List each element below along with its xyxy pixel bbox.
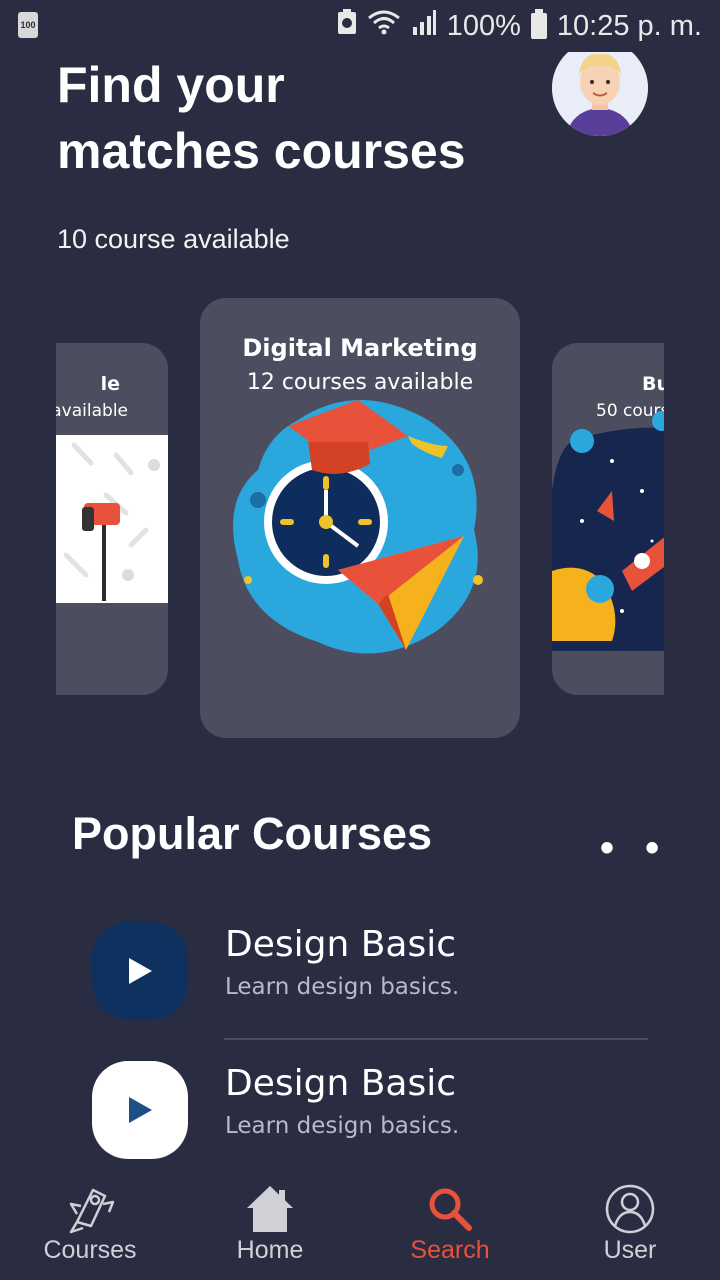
nav-label-courses: Courses — [43, 1236, 137, 1264]
card-center-title: Digital Marketing — [242, 334, 478, 362]
avatar-circle — [552, 52, 648, 136]
title-line-2: matches courses — [57, 123, 466, 179]
title-line-1: Find your — [57, 57, 285, 113]
battery-saver-icon: 100 — [18, 12, 38, 38]
user-icon — [540, 1182, 720, 1236]
card-left-subtitle: available — [56, 401, 128, 421]
card-left-illustration — [56, 435, 168, 603]
play-button[interactable] — [92, 922, 188, 1020]
nav-label-search: Search — [410, 1236, 490, 1264]
recycle-icon — [337, 9, 357, 43]
mailbox-icon — [63, 442, 160, 601]
course-item-2[interactable]: Design Basic Learn design basics. — [92, 1061, 652, 1165]
battery-icon — [530, 9, 547, 39]
more-options-button[interactable]: • • — [600, 826, 669, 871]
play-button[interactable] — [92, 1061, 188, 1159]
popular-courses-heading: Popular Courses — [72, 808, 433, 859]
battery-badge-text: 100 — [20, 20, 36, 30]
play-icon — [129, 1097, 152, 1123]
wifi-icon — [367, 9, 401, 43]
card-left-title: le — [100, 373, 120, 395]
nav-item-courses[interactable]: Courses — [0, 1168, 180, 1280]
page-title: Find your matches courses — [57, 52, 537, 184]
avatar[interactable] — [552, 52, 648, 136]
search-icon — [360, 1182, 540, 1236]
category-card-right[interactable]: Bu 50 cours — [552, 343, 664, 695]
nav-label-home: Home — [236, 1236, 304, 1264]
category-card-digital-marketing[interactable]: Digital Marketing 12 courses available — [200, 298, 520, 738]
course-title: Design Basic — [225, 1063, 457, 1104]
status-bar: 100 100% 10:25 p. m. — [0, 0, 720, 52]
play-icon — [129, 958, 152, 984]
course-description: Learn design basics. — [225, 1113, 460, 1139]
courses-count: 10 course available — [57, 224, 290, 254]
home-icon — [180, 1182, 360, 1236]
card-right-title: Bu — [642, 373, 664, 395]
course-title: Design Basic — [225, 924, 457, 965]
space-rocket-illustration-icon — [552, 411, 664, 651]
nav-label-user: User — [603, 1236, 657, 1264]
course-description: Learn design basics. — [225, 974, 460, 1000]
signal-icon — [411, 9, 437, 43]
nav-item-home[interactable]: Home — [180, 1168, 360, 1280]
course-item-1[interactable]: Design Basic Learn design basics. — [92, 922, 652, 1026]
avatar-face-icon — [552, 52, 648, 136]
clock-time: 10:25 p. m. — [556, 9, 702, 42]
courses-rocket-icon — [0, 1182, 180, 1236]
category-carousel[interactable]: le available Digital Marketing 12 course… — [56, 298, 664, 740]
bottom-navigation: Courses Home Search User — [0, 1168, 720, 1280]
status-icons: 100% 10:25 p. m. — [337, 8, 702, 44]
nav-item-user[interactable]: User — [540, 1168, 720, 1280]
category-card-left[interactable]: le available — [56, 343, 168, 695]
battery-percent: 100% — [446, 9, 521, 42]
nav-item-search[interactable]: Search — [360, 1168, 540, 1280]
digital-marketing-illustration-icon — [233, 400, 483, 654]
course-divider — [224, 1038, 648, 1040]
